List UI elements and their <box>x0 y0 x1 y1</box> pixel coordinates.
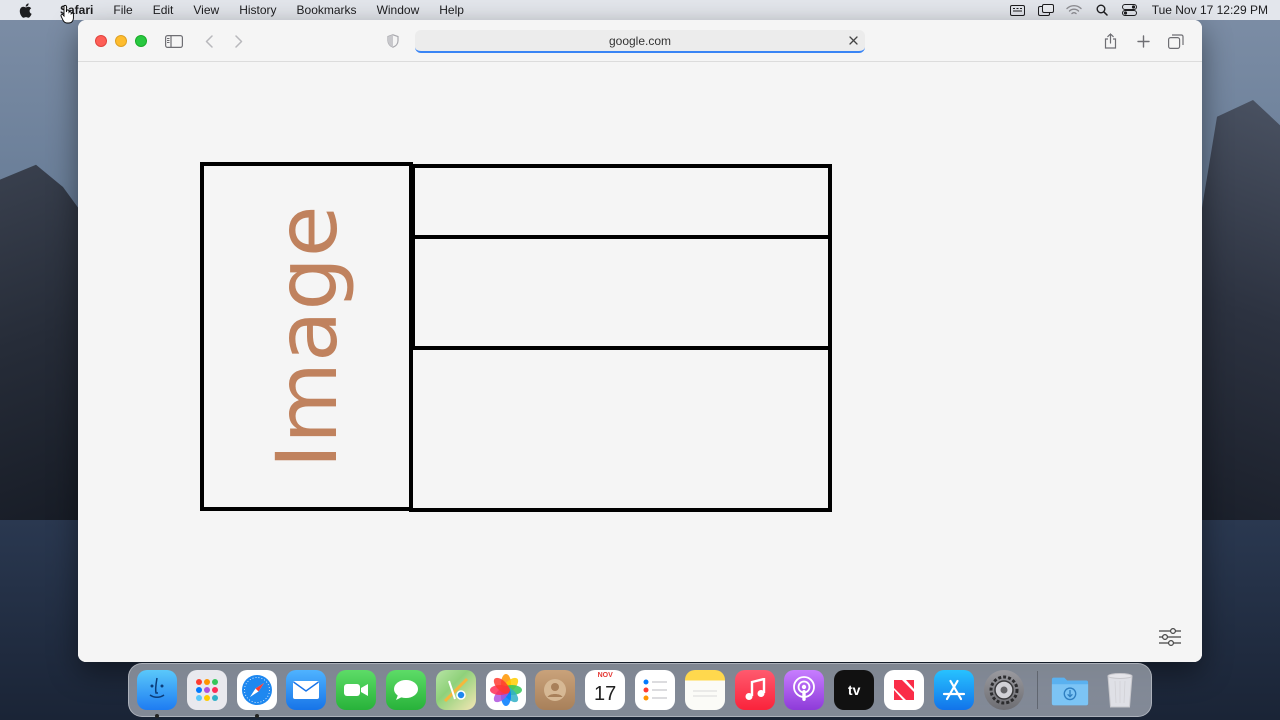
privacy-report-icon[interactable] <box>383 31 403 51</box>
sliders-settings-icon[interactable] <box>1158 627 1182 647</box>
podcasts-icon[interactable] <box>784 670 825 710</box>
news-icon[interactable] <box>883 670 924 710</box>
dock: NOV 17 tv <box>128 663 1152 718</box>
back-button[interactable] <box>200 31 218 51</box>
desktop-wallpaper-right <box>1190 100 1280 520</box>
trash-icon[interactable] <box>1100 670 1140 710</box>
window-minimize-button[interactable] <box>115 35 127 47</box>
music-icon[interactable] <box>734 670 775 710</box>
calendar-month: NOV <box>597 672 613 679</box>
menu-window[interactable]: Window <box>367 0 430 20</box>
menu-file[interactable]: File <box>103 0 142 20</box>
wireframe-box-middle <box>411 235 832 350</box>
dock-separator <box>1037 671 1039 709</box>
image-placeholder-box: Image <box>200 162 413 511</box>
menu-edit[interactable]: Edit <box>143 0 184 20</box>
web-page: Image <box>78 62 1202 662</box>
tv-label: tv <box>847 682 861 698</box>
photos-icon[interactable] <box>485 670 526 710</box>
maps-icon[interactable] <box>435 670 476 710</box>
calendar-icon[interactable]: NOV 17 <box>585 670 626 710</box>
browser-toolbar: google.com <box>78 20 1202 62</box>
safari-icon[interactable] <box>236 670 277 718</box>
new-tab-icon[interactable] <box>1133 31 1153 51</box>
address-bar-url: google.com <box>608 33 672 48</box>
clear-url-icon[interactable] <box>846 33 861 48</box>
window-close-button[interactable] <box>95 35 107 47</box>
facetime-icon[interactable] <box>336 670 377 710</box>
wifi-icon[interactable] <box>1060 4 1088 16</box>
menubar-clock[interactable]: Tue Nov 17 12:29 PM <box>1144 3 1268 17</box>
mail-icon[interactable] <box>286 670 327 710</box>
tv-icon[interactable]: tv <box>834 670 875 710</box>
spotlight-search-icon[interactable] <box>1088 4 1116 16</box>
notes-icon[interactable] <box>684 670 725 710</box>
downloads-folder-icon[interactable] <box>1050 670 1090 710</box>
app-store-icon[interactable] <box>933 670 974 710</box>
calendar-day: 17 <box>594 682 617 705</box>
tab-overview-icon[interactable] <box>1166 31 1186 51</box>
contacts-icon[interactable] <box>535 670 576 710</box>
desktop-wallpaper-left <box>0 164 90 520</box>
safari-running-indicator <box>254 714 259 718</box>
menu-history[interactable]: History <box>229 0 286 20</box>
reminders-icon[interactable] <box>634 670 675 710</box>
wireframe-box-top <box>411 164 832 239</box>
share-icon[interactable] <box>1100 31 1120 51</box>
finder-running-indicator <box>155 714 159 718</box>
screen-mirroring-icon[interactable] <box>1032 4 1060 16</box>
mouse-pointer-icon <box>60 4 74 24</box>
apple-menu-icon[interactable] <box>0 2 50 18</box>
menu-view[interactable]: View <box>183 0 229 20</box>
launchpad-icon[interactable] <box>186 670 227 710</box>
system-preferences-icon[interactable] <box>983 670 1024 710</box>
menu-safari[interactable]: Safari <box>50 0 103 20</box>
menu-help[interactable]: Help <box>429 0 474 20</box>
sidebar-toggle-icon[interactable] <box>164 31 184 51</box>
finder-icon[interactable] <box>137 670 177 718</box>
menu-bookmarks[interactable]: Bookmarks <box>287 0 367 20</box>
wireframe-box-bottom <box>409 346 832 512</box>
control-center-icon[interactable] <box>1116 4 1144 16</box>
safari-window: google.com Image <box>78 20 1202 662</box>
image-placeholder-label: Image <box>257 204 356 469</box>
messages-icon[interactable] <box>385 670 426 710</box>
forward-button[interactable] <box>230 31 248 51</box>
window-zoom-button[interactable] <box>135 35 147 47</box>
address-bar[interactable]: google.com <box>415 30 865 53</box>
keyboard-icon[interactable] <box>1004 4 1032 16</box>
menu-bar: Safari File Edit View History Bookmarks … <box>0 0 1280 20</box>
